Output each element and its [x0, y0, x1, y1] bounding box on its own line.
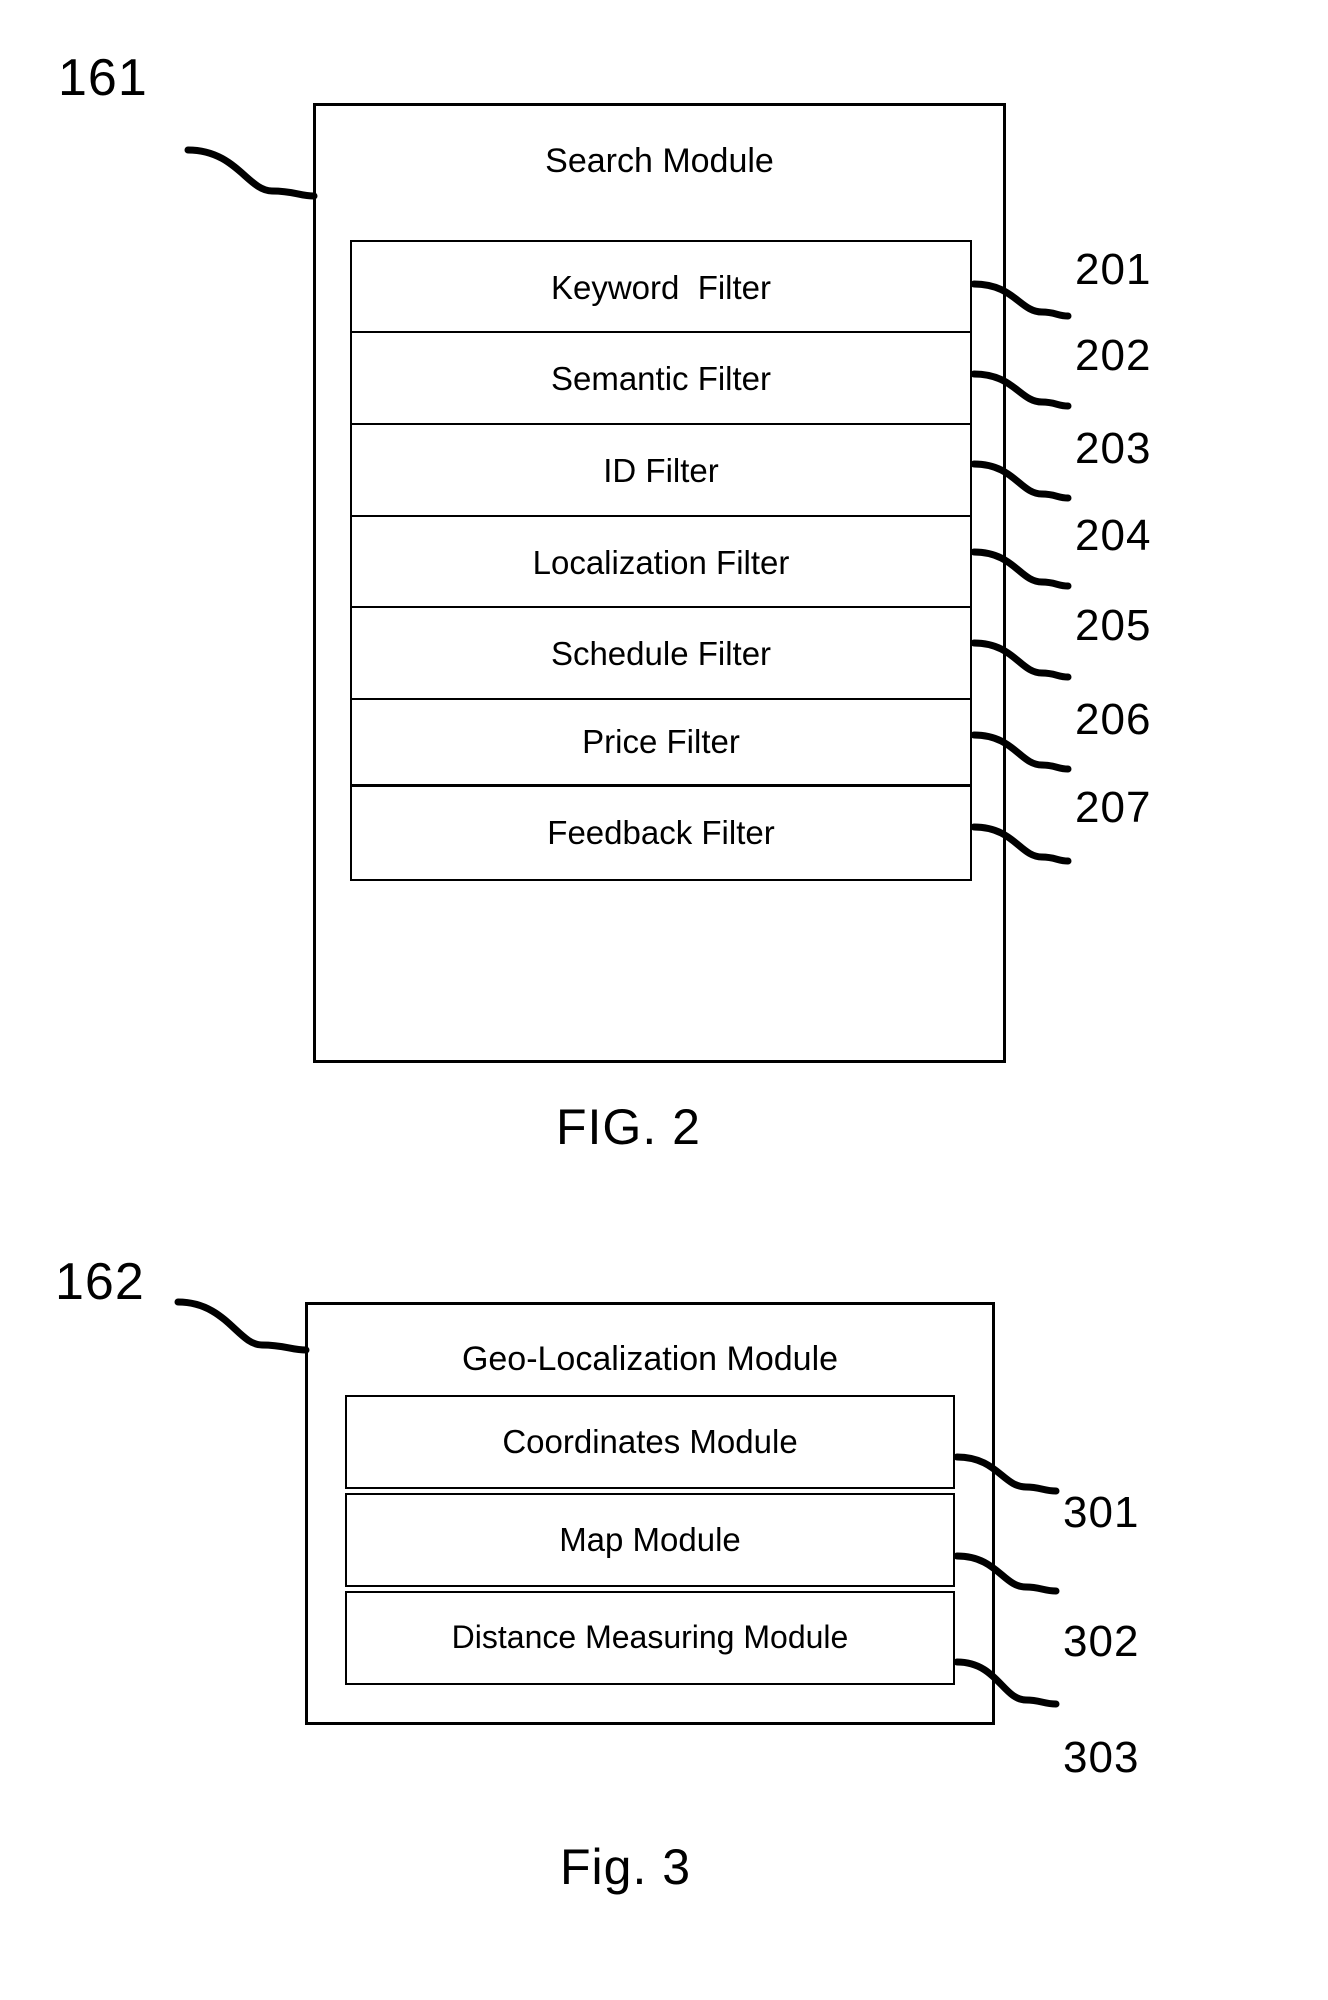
- reference-numeral-161: 161: [58, 49, 148, 107]
- geo-localization-module-title: Geo-Localization Module: [461, 1340, 839, 1378]
- reference-numeral-302: 302: [1063, 1617, 1140, 1666]
- id-filter-box: ID Filter: [350, 423, 972, 519]
- schedule-filter-label: Schedule Filter: [550, 634, 772, 672]
- figure-2-caption: FIG. 2: [556, 1099, 701, 1155]
- map-module-box: Map Module: [345, 1493, 955, 1587]
- reference-numeral-203: 203: [1075, 424, 1152, 473]
- feedback-filter-label: Feedback Filter: [547, 813, 775, 851]
- reference-numeral-204: 204: [1075, 511, 1152, 560]
- id-filter-label: ID Filter: [603, 451, 719, 489]
- map-module-label: Map Module: [559, 1520, 741, 1558]
- reference-numeral-207: 207: [1075, 783, 1152, 832]
- figure-3-caption: Fig. 3: [560, 1839, 692, 1895]
- price-filter-label: Price Filter: [582, 722, 740, 760]
- semantic-filter-label: Semantic Filter: [550, 359, 772, 397]
- reference-numeral-201: 201: [1075, 245, 1152, 294]
- leader-line-161: [184, 146, 318, 200]
- distance-measuring-module-label: Distance Measuring Module: [451, 1619, 849, 1656]
- leader-line-162: [174, 1298, 310, 1354]
- reference-numeral-205: 205: [1075, 601, 1152, 650]
- coordinates-module-box: Coordinates Module: [345, 1395, 955, 1489]
- reference-numeral-202: 202: [1075, 331, 1152, 380]
- price-filter-box: Price Filter: [350, 698, 972, 786]
- distance-measuring-module-box: Distance Measuring Module: [345, 1591, 955, 1685]
- schedule-filter-box: Schedule Filter: [350, 606, 972, 702]
- patent-drawing-sheet: 161 Search Module Keyword Filter Semanti…: [0, 0, 1328, 2000]
- reference-numeral-303: 303: [1063, 1733, 1140, 1782]
- reference-numeral-206: 206: [1075, 695, 1152, 744]
- reference-numeral-162: 162: [55, 1253, 145, 1311]
- coordinates-module-label: Coordinates Module: [502, 1422, 798, 1460]
- localization-filter-label: Localization Filter: [532, 543, 790, 581]
- feedback-filter-box: Feedback Filter: [350, 785, 972, 881]
- reference-numeral-301: 301: [1063, 1488, 1140, 1537]
- search-module-title: Search Module: [545, 142, 774, 180]
- keyword-filter-box: Keyword Filter: [350, 240, 972, 336]
- semantic-filter-box: Semantic Filter: [350, 331, 972, 427]
- keyword-filter-label: Keyword Filter: [550, 268, 772, 306]
- localization-filter-box: Localization Filter: [350, 515, 972, 611]
